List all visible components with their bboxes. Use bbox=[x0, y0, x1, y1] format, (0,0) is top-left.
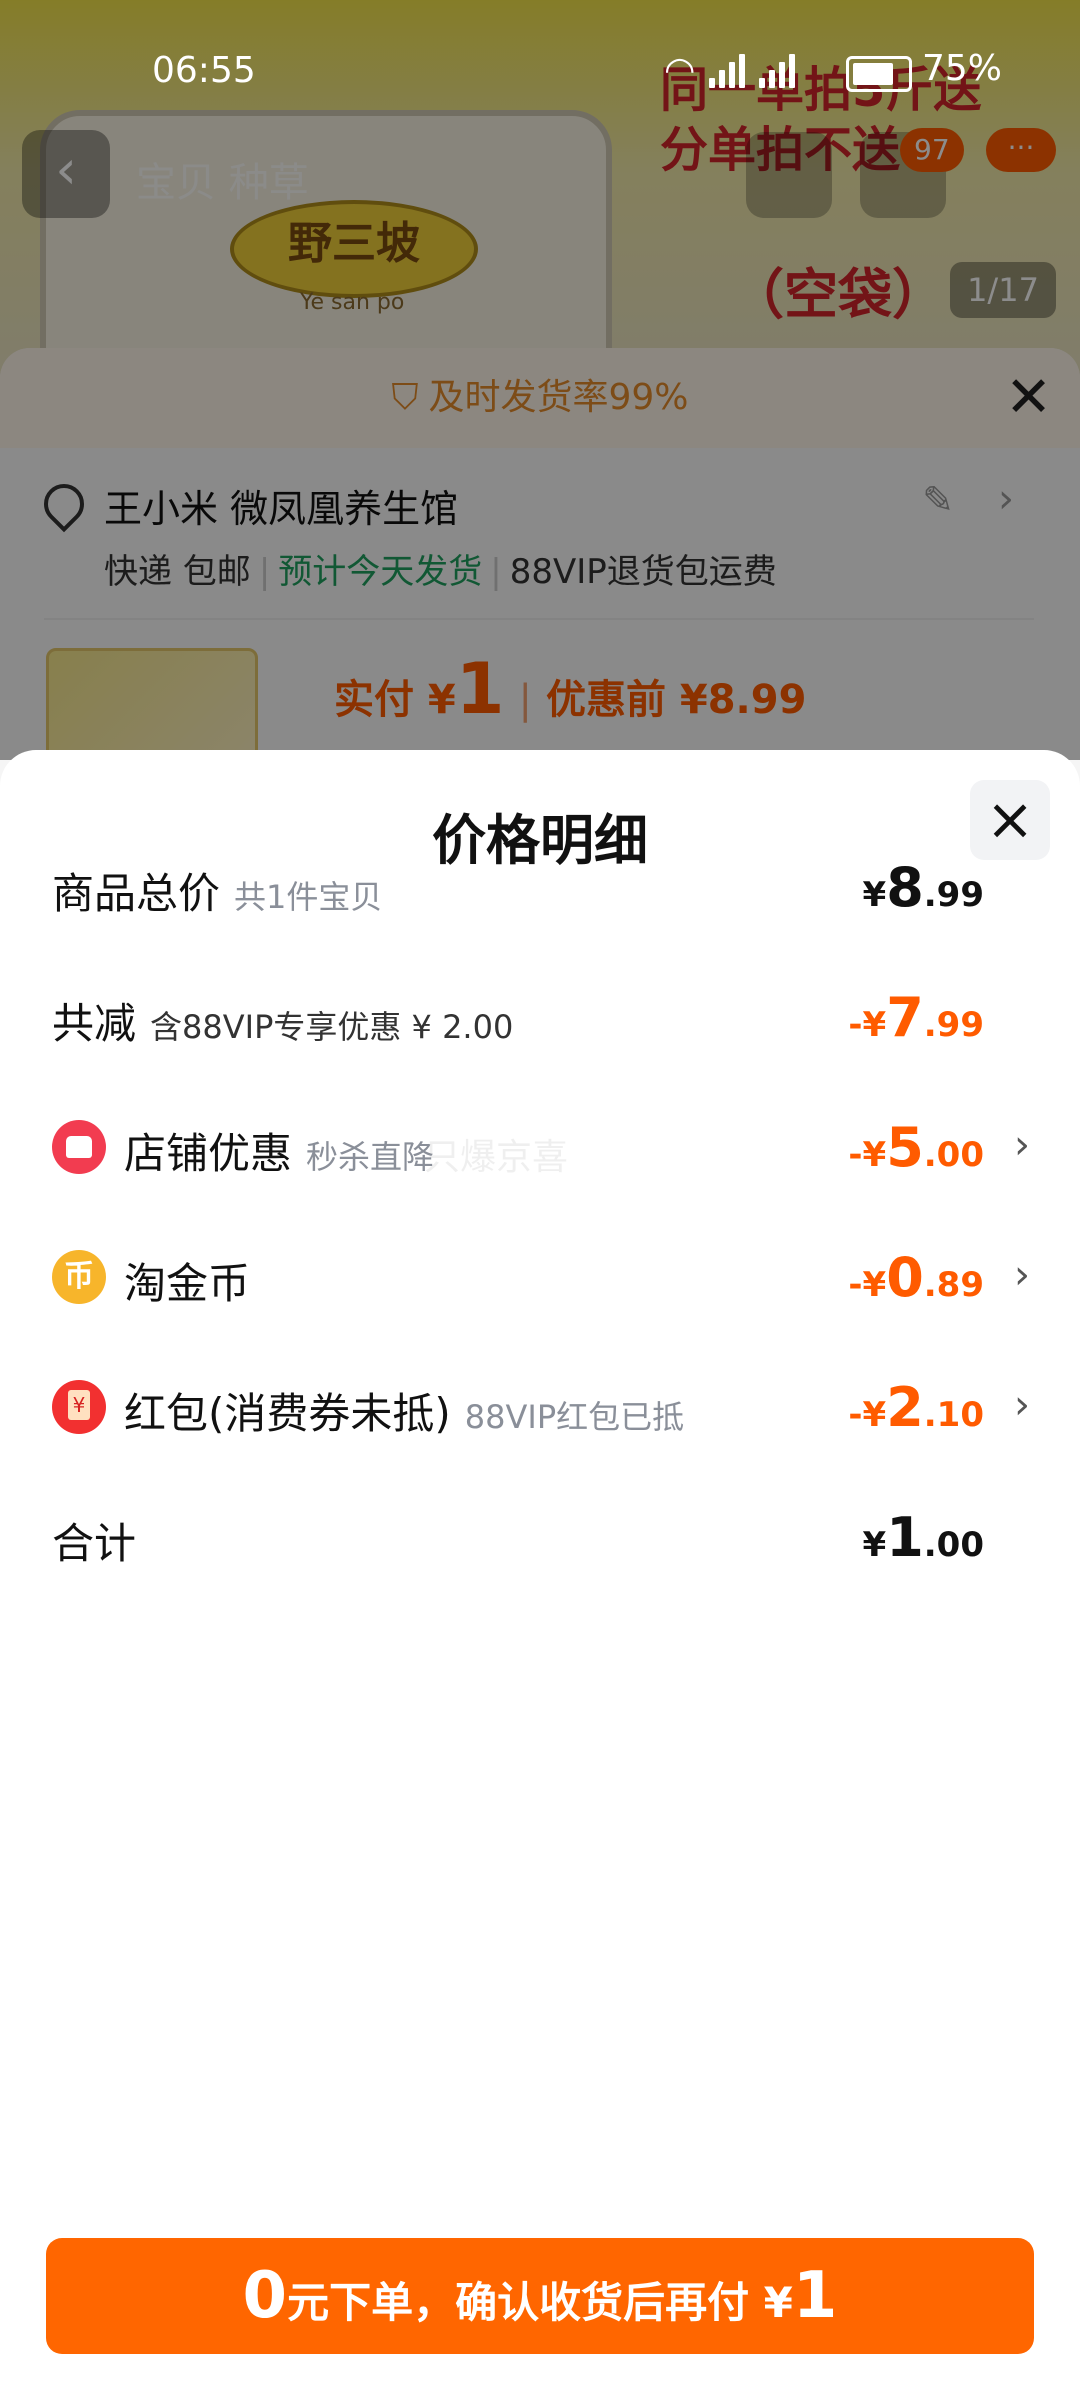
chevron-right-icon: › bbox=[1014, 1382, 1030, 1428]
signal-icon bbox=[759, 53, 796, 88]
pay-later-button[interactable]: 0元下单，确认收货后再付 ¥1 bbox=[46, 2238, 1034, 2354]
row-amount: ¥8.99 bbox=[862, 856, 984, 919]
status-icons: ◠ bbox=[664, 50, 796, 91]
battery-percent: 75% bbox=[922, 48, 1003, 89]
row-amount: ¥1.00 bbox=[862, 1506, 984, 1569]
close-icon: × bbox=[985, 785, 1035, 853]
pay-amount: 1 bbox=[792, 2259, 838, 2333]
battery-icon bbox=[846, 56, 912, 92]
row-amount: -¥2.10 bbox=[848, 1376, 984, 1439]
status-bar: 06:55 ◠ 75% bbox=[0, 0, 1080, 118]
coin-icon: 币 bbox=[52, 1250, 106, 1304]
row-label: 共减 含88VIP专享优惠 ¥ 2.00 bbox=[52, 999, 514, 1048]
shop-icon bbox=[52, 1120, 106, 1174]
row-label: 淘金币 bbox=[124, 1259, 251, 1308]
row-goods-total: 商品总价 共1件宝贝 ¥8.99 bbox=[52, 846, 1042, 926]
price-detail-sheet: 价格明细 × 只爆京喜 商品总价 共1件宝贝 ¥8.99 共减 含88VIP专享优惠… bbox=[0, 750, 1080, 2400]
row-taojinbi[interactable]: 币 淘金币 -¥0.89 › bbox=[52, 1236, 1042, 1316]
row-grand-total: 合计 ¥1.00 bbox=[52, 1496, 1042, 1576]
red-packet-icon bbox=[52, 1380, 106, 1434]
row-amount: -¥7.99 bbox=[848, 986, 984, 1049]
row-label: 红包(消费券未抵) 88VIP红包已抵 bbox=[124, 1389, 685, 1438]
chevron-right-icon: › bbox=[1014, 1122, 1030, 1168]
row-amount: -¥5.00 bbox=[848, 1116, 984, 1179]
row-amount: -¥0.89 bbox=[848, 1246, 984, 1309]
wifi-icon: ◠ bbox=[664, 50, 696, 91]
row-label: 店铺优惠 秒杀直降 bbox=[124, 1129, 435, 1178]
pay-prefix: 0 bbox=[242, 2259, 288, 2333]
pay-text: 元下单，确认收货后再付 ¥ bbox=[287, 2278, 793, 2327]
row-shop-discount[interactable]: 店铺优惠 秒杀直降 -¥5.00 › bbox=[52, 1106, 1042, 1186]
row-total-discount: 共减 含88VIP专享优惠 ¥ 2.00 -¥7.99 bbox=[52, 976, 1042, 1056]
chevron-right-icon: › bbox=[1014, 1252, 1030, 1298]
row-label: 商品总价 共1件宝贝 bbox=[52, 869, 383, 918]
row-red-packet[interactable]: 红包(消费券未抵)88VIP红包已抵 -¥2.10 › bbox=[52, 1366, 1042, 1446]
signal-icon bbox=[709, 53, 746, 88]
status-time: 06:55 bbox=[152, 50, 256, 91]
row-label: 合计 bbox=[52, 1519, 137, 1568]
